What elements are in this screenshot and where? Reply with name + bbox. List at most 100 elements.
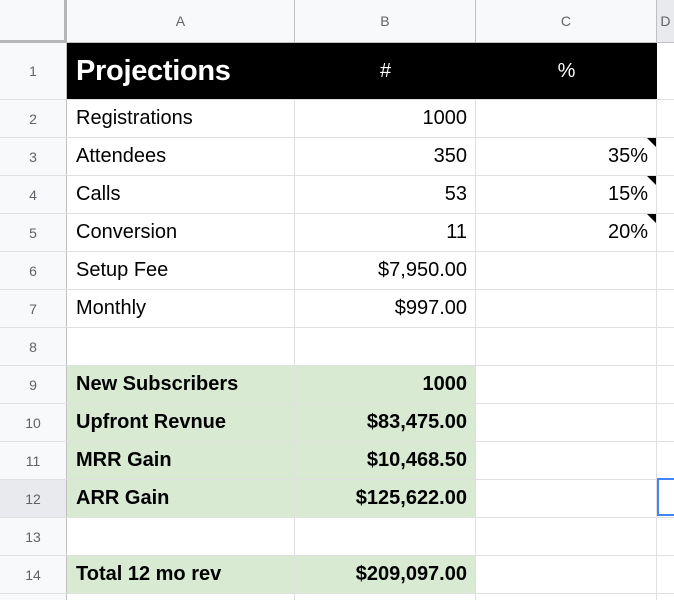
cell-C10[interactable]	[476, 404, 657, 441]
cell-D2[interactable]	[657, 100, 674, 137]
cell-B14[interactable]: $209,097.00	[295, 556, 476, 593]
cell-D11[interactable]	[657, 442, 674, 479]
cell-A2[interactable]: Registrations	[67, 100, 295, 137]
row-header-8[interactable]: 8	[0, 328, 67, 365]
row-header-13[interactable]: 13	[0, 518, 67, 555]
cell-A14[interactable]: Total 12 mo rev	[67, 556, 295, 593]
cell-C4[interactable]: 15%	[476, 176, 657, 213]
row-header-label: 7	[29, 300, 37, 317]
cell-B1[interactable]: #	[295, 43, 476, 99]
comment-indicator-icon[interactable]	[647, 138, 656, 147]
select-all-corner[interactable]	[0, 0, 67, 43]
cell-C2[interactable]	[476, 100, 657, 137]
row-header-14[interactable]: 14	[0, 556, 67, 593]
row-header-label: 1	[29, 63, 37, 79]
cell-D12[interactable]	[657, 480, 674, 517]
cell-B3[interactable]: 350	[295, 138, 476, 175]
cell-A6[interactable]: Setup Fee	[67, 252, 295, 289]
cell-D10[interactable]	[657, 404, 674, 441]
column-header-a[interactable]: A	[67, 0, 295, 43]
row-header-label: 8	[29, 338, 37, 355]
cell-D3[interactable]	[657, 138, 674, 175]
cell-B5[interactable]: 11	[295, 214, 476, 251]
cell-text: #	[379, 59, 392, 82]
row-header-1[interactable]: 1	[0, 43, 67, 99]
cell-text: Registrations	[76, 107, 193, 129]
cell-A8[interactable]	[67, 328, 295, 365]
row-header-5[interactable]: 5	[0, 214, 67, 251]
row-header-11[interactable]: 11	[0, 442, 67, 479]
cell-text: 11	[446, 221, 467, 243]
cell-text: %	[557, 59, 576, 82]
cell-D14[interactable]	[657, 556, 674, 593]
row-header-4[interactable]: 4	[0, 176, 67, 213]
row-header-15[interactable]: 15	[0, 594, 67, 600]
row-header-label: 11	[25, 452, 41, 469]
cell-C7[interactable]	[476, 290, 657, 327]
row-header-label: 5	[29, 224, 37, 241]
row-header-10[interactable]: 10	[0, 404, 67, 441]
cell-D13[interactable]	[657, 518, 674, 555]
cell-B11[interactable]: $10,468.50	[295, 442, 476, 479]
column-header-b[interactable]: B	[295, 0, 476, 43]
cell-A9[interactable]: New Subscribers	[67, 366, 295, 403]
cell-A4[interactable]: Calls	[67, 176, 295, 213]
cell-B12[interactable]: $125,622.00	[295, 480, 476, 517]
column-header-c[interactable]: C	[476, 0, 657, 43]
cell-B9[interactable]: 1000	[295, 366, 476, 403]
row-header-label: 6	[29, 262, 37, 279]
row-header-2[interactable]: 2	[0, 100, 67, 137]
cell-C11[interactable]	[476, 442, 657, 479]
row-header-12[interactable]: 12	[0, 480, 67, 517]
comment-indicator-icon[interactable]	[647, 176, 656, 185]
cell-A11[interactable]: MRR Gain	[67, 442, 295, 479]
cell-D4[interactable]	[657, 176, 674, 213]
row-header-label: 10	[25, 414, 41, 431]
table-row: 11 MRR Gain $10,468.50	[0, 442, 674, 480]
column-header-d[interactable]: D	[657, 0, 674, 43]
comment-indicator-icon[interactable]	[647, 214, 656, 223]
cell-C12[interactable]	[476, 480, 657, 517]
cell-B2[interactable]: 1000	[295, 100, 476, 137]
cell-C14[interactable]	[476, 556, 657, 593]
row-header-label: 3	[29, 148, 37, 165]
cell-A13[interactable]	[67, 518, 295, 555]
cell-C9[interactable]	[476, 366, 657, 403]
cell-B15[interactable]	[295, 594, 476, 600]
cell-B13[interactable]	[295, 518, 476, 555]
cell-A3[interactable]: Attendees	[67, 138, 295, 175]
cell-A1[interactable]: Projections	[67, 43, 295, 99]
cell-D1[interactable]	[657, 43, 674, 99]
cell-C8[interactable]	[476, 328, 657, 365]
cell-text: MRR Gain	[76, 449, 172, 471]
cell-A10[interactable]: Upfront Revnue	[67, 404, 295, 441]
cell-A12[interactable]: ARR Gain	[67, 480, 295, 517]
cell-B4[interactable]: 53	[295, 176, 476, 213]
cell-C13[interactable]	[476, 518, 657, 555]
cell-C6[interactable]	[476, 252, 657, 289]
table-row: 4 Calls 53 15%	[0, 176, 674, 214]
table-row: 5 Conversion 11 20%	[0, 214, 674, 252]
cell-B7[interactable]: $997.00	[295, 290, 476, 327]
row-header-6[interactable]: 6	[0, 252, 67, 289]
cell-D8[interactable]	[657, 328, 674, 365]
cell-D15[interactable]	[657, 594, 674, 600]
cell-C15[interactable]	[476, 594, 657, 600]
cell-D6[interactable]	[657, 252, 674, 289]
cell-B6[interactable]: $7,950.00	[295, 252, 476, 289]
cell-D9[interactable]	[657, 366, 674, 403]
row-header-7[interactable]: 7	[0, 290, 67, 327]
row-header-3[interactable]: 3	[0, 138, 67, 175]
cell-A7[interactable]: Monthly	[67, 290, 295, 327]
cell-C3[interactable]: 35%	[476, 138, 657, 175]
cell-D5[interactable]	[657, 214, 674, 251]
cell-C1[interactable]: %	[476, 43, 657, 99]
cell-B10[interactable]: $83,475.00	[295, 404, 476, 441]
row-header-9[interactable]: 9	[0, 366, 67, 403]
cell-D7[interactable]	[657, 290, 674, 327]
cell-A15[interactable]	[67, 594, 295, 600]
cell-A5[interactable]: Conversion	[67, 214, 295, 251]
cell-C5[interactable]: 20%	[476, 214, 657, 251]
cell-B8[interactable]	[295, 328, 476, 365]
cell-text: Projections	[76, 54, 231, 87]
